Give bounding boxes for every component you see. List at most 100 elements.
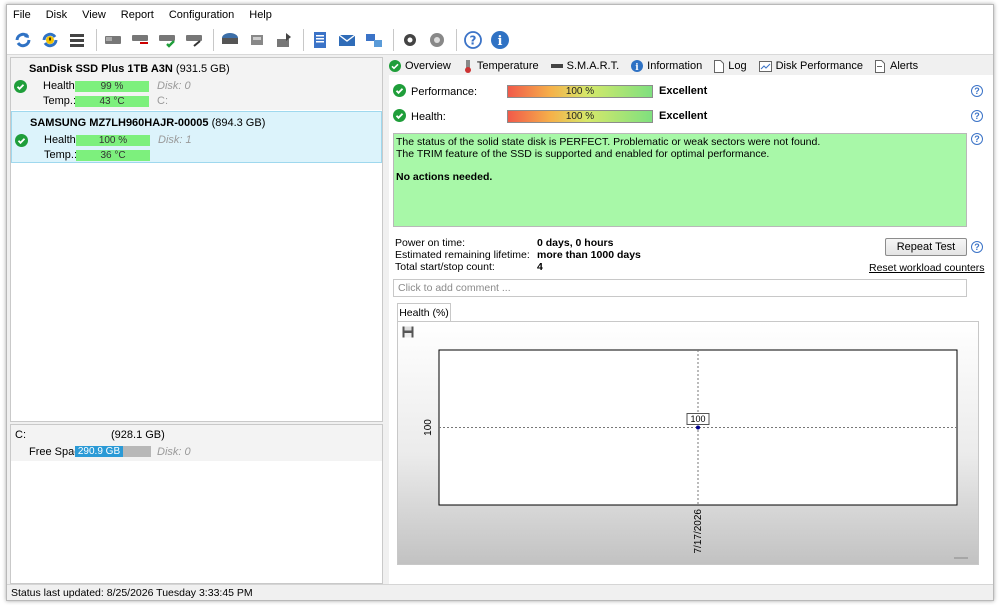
tab-overview[interactable]: Overview [389,60,451,72]
performance-rating: Excellent [659,85,708,97]
overview-pane: Performance: 100 % Excellent ? Health: 1… [389,75,993,584]
ok-check-icon [393,109,406,125]
help-icon[interactable]: ? [971,241,983,253]
menu-configuration[interactable]: Configuration [169,9,234,21]
usb-drive-icon[interactable] [245,28,269,52]
volume-size: (928.1 GB) [111,429,165,441]
disk-list: SanDisk SSD Plus 1TB A3N (931.5 GB) Heal… [10,57,383,422]
tab-alerts[interactable]: Alerts [874,59,918,73]
performance-row: Performance: [393,84,477,100]
health-label: Health: [43,80,78,92]
network-icon[interactable] [362,28,386,52]
temp-bar: 36 °C [76,150,150,161]
tab-information[interactable]: i Information [631,60,702,72]
disk-check-icon[interactable] [155,28,179,52]
repeat-test-button[interactable]: Repeat Test [885,238,967,256]
performance-bar: 100 % [507,85,653,98]
toolbar: ? i [7,25,993,55]
health-bar: 99 % [75,81,149,92]
svg-text:?: ? [470,33,477,47]
volume-list: C: (928.1 GB) Free Space 290.9 GB Disk: … [10,424,383,584]
chart-svg: 100 100 7/17/2026 [423,349,968,559]
alerts-icon [874,59,886,73]
toolbar-separator [96,28,97,51]
drive-export-icon[interactable] [272,28,296,52]
volume-name: C: [15,429,26,441]
comment-input[interactable]: Click to add comment ... [393,279,967,297]
data-label: 100 [690,414,705,424]
temp-bar: 43 °C [75,96,149,107]
sound-icon[interactable] [425,28,449,52]
disk-edit-icon[interactable] [182,28,206,52]
reset-workload-link[interactable]: Reset workload counters [869,262,985,274]
ok-check-icon [15,134,28,150]
startstop-value: 4 [537,261,543,273]
help-icon[interactable]: ? [971,85,983,97]
data-point [696,425,700,430]
email-icon[interactable] [335,28,359,52]
health-row: Health: [393,109,446,125]
volume-item[interactable]: C: (928.1 GB) Free Space 290.9 GB Disk: … [11,425,382,461]
menu-disk[interactable]: Disk [46,9,67,21]
main-window: File Disk View Report Configuration Help… [6,4,994,601]
help-icon[interactable]: ? [461,28,485,52]
y-tick-label: 100 [423,419,434,436]
disk-index: Disk: 1 [158,134,192,146]
disk-name: SanDisk SSD Plus 1TB A3N (931.5 GB) [29,63,230,75]
menu-file[interactable]: File [13,9,31,21]
notepad-icon[interactable] [308,28,332,52]
help-icon[interactable]: ? [971,110,983,122]
info-icon: i [631,60,644,72]
tab-log[interactable]: Log [714,59,747,73]
tab-temperature[interactable]: Temperature [463,59,539,73]
x-tick-label: 7/17/2026 [693,509,704,554]
svg-text:i: i [498,34,503,49]
list-icon[interactable] [65,28,89,52]
info-icon[interactable]: i [488,28,512,52]
ok-check-icon [389,60,401,72]
chart-icon [758,60,772,72]
drive-icon[interactable] [218,28,242,52]
tab-health-chart[interactable]: Health (%) [397,303,451,321]
document-icon [714,59,725,73]
status-bar: Status last updated: 8/25/2026 Tuesday 3… [7,584,993,600]
toolbar-separator [303,28,304,51]
status-message: The status of the solid state disk is PE… [393,133,967,227]
refresh-warning-icon[interactable] [38,28,62,52]
drive-letter: C: [157,95,168,107]
performance-label: Performance: [411,86,478,98]
disk-name: SAMSUNG MZ7LH960HAJR-00005 (894.3 GB) [30,117,266,129]
refresh-icon[interactable] [11,28,35,52]
toolbar-separator [456,28,457,51]
free-space-bar: 290.9 GB [75,446,151,457]
help-icon[interactable]: ? [971,133,983,145]
power-on-value: 0 days, 0 hours [537,237,614,249]
disk-item-sandisk[interactable]: SanDisk SSD Plus 1TB A3N (931.5 GB) Heal… [11,58,382,110]
svg-text:i: i [635,63,639,72]
lifetime-value: more than 1000 days [537,249,641,261]
disk-remove-icon[interactable] [128,28,152,52]
disk-item-samsung[interactable]: SAMSUNG MZ7LH960HAJR-00005 (894.3 GB) He… [11,111,382,163]
lifetime-label: Estimated remaining lifetime: [395,249,530,261]
tab-smart[interactable]: S.M.A.R.T. [550,60,619,72]
menu-report[interactable]: Report [121,9,154,21]
temp-label: Temp.: [43,95,77,107]
temp-label: Temp.: [44,149,78,161]
menu-view[interactable]: View [82,9,106,21]
health-bar: 100 % [507,110,653,123]
health-rating: Excellent [659,110,708,122]
disk-icon[interactable] [101,28,125,52]
smart-icon [550,63,563,69]
toolbar-separator [393,28,394,51]
gear-icon[interactable] [398,28,422,52]
health-label: Health: [44,134,79,146]
disk-index: Disk: 0 [157,446,191,458]
tab-disk-performance[interactable]: Disk Performance [758,60,863,72]
free-space-fill: 290.9 GB [75,446,123,457]
health-label: Health: [411,111,446,123]
menu-help[interactable]: Help [249,9,272,21]
thermometer-icon [463,59,473,73]
health-bar: 100 % [76,135,150,146]
disk-index: Disk: 0 [157,80,191,92]
tab-strip: Overview Temperature S.M.A.R.T. i Inform… [389,57,993,75]
